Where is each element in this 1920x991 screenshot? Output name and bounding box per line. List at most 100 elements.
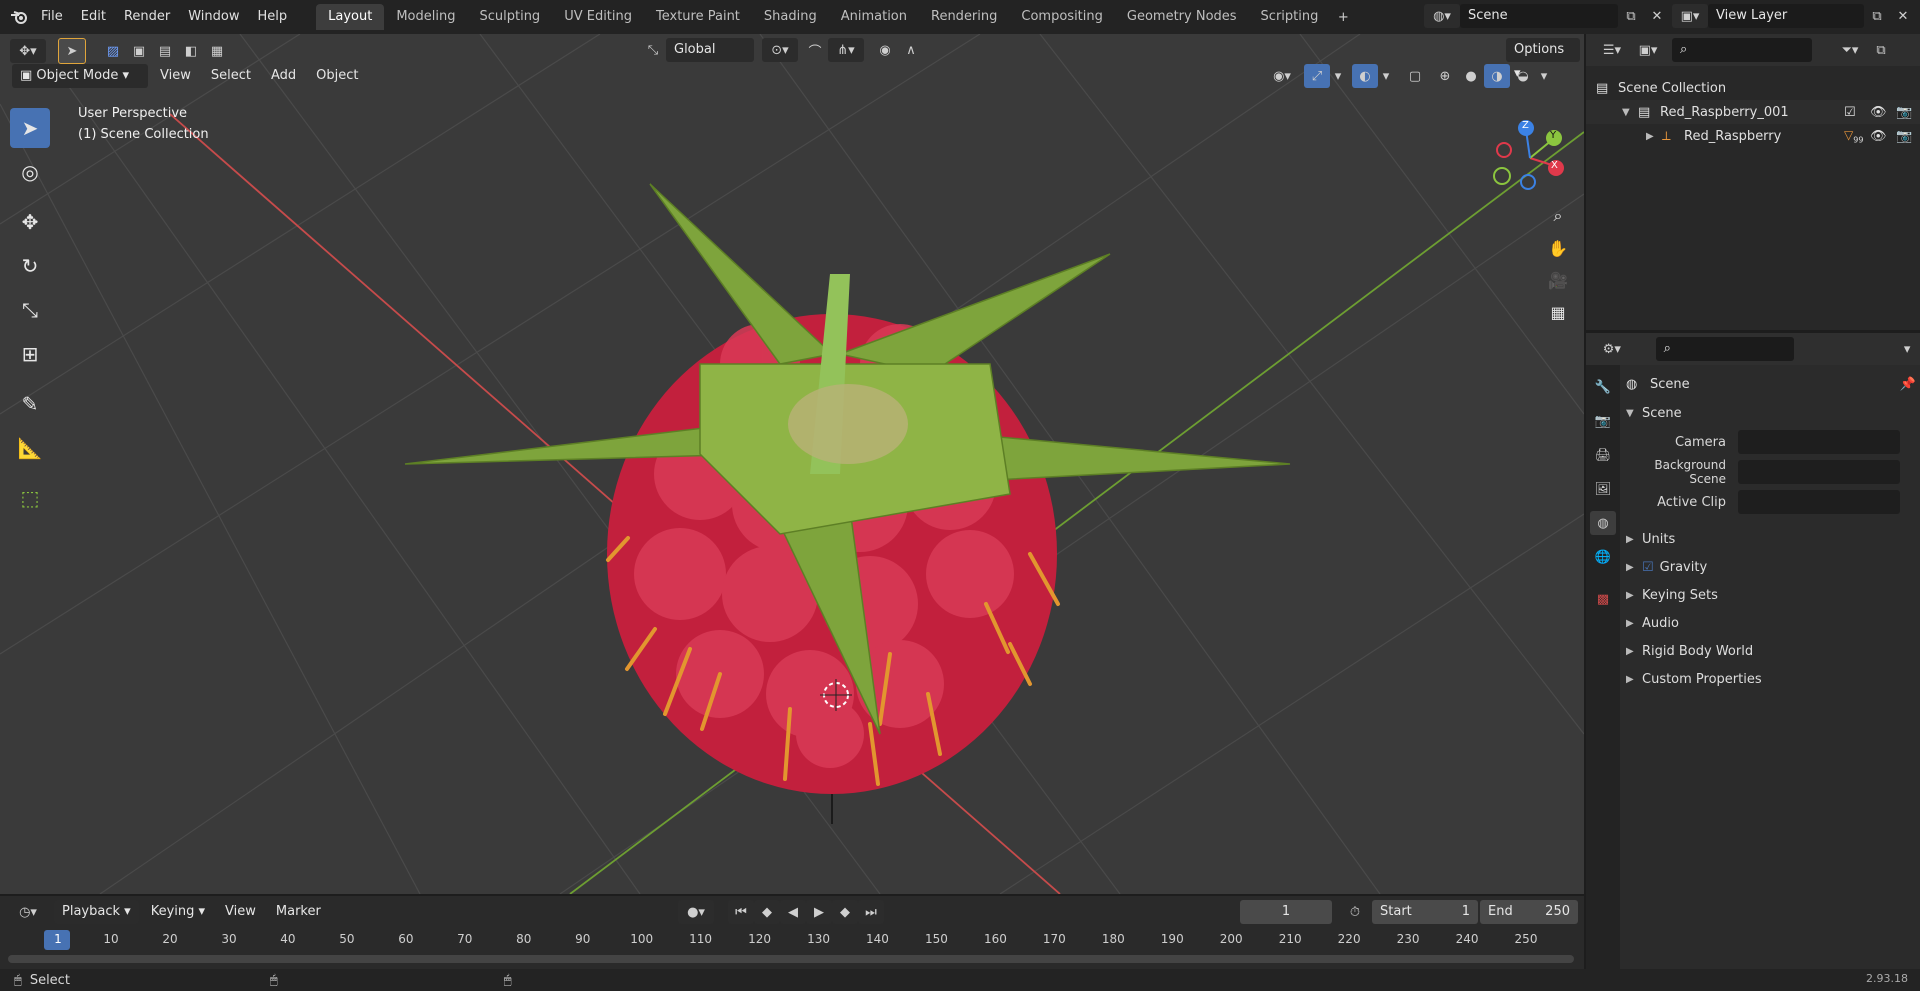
- collection-render-icon[interactable]: 📷: [1896, 105, 1920, 120]
- active-clip-field[interactable]: [1738, 490, 1900, 514]
- outliner-row-object[interactable]: ▶ ⟂ Red_Raspberry ▽99 👁 📷: [1586, 124, 1920, 148]
- properties-editor-icon[interactable]: ⚙▾: [1594, 337, 1630, 361]
- solid-shading-icon[interactable]: ●: [1458, 64, 1484, 88]
- object-expand-icon[interactable]: ▶: [1646, 131, 1662, 142]
- transform-orientation-dropdown[interactable]: Global: [666, 38, 754, 62]
- scale-tool-icon[interactable]: ⤡: [10, 290, 50, 330]
- select-box-subtract-icon[interactable]: ▤: [152, 39, 178, 63]
- menu-add[interactable]: Add: [263, 64, 304, 88]
- timeline-editor-icon[interactable]: ◷▾: [10, 900, 46, 924]
- material-shading-icon[interactable]: ◑: [1484, 64, 1510, 88]
- editor-type-icon[interactable]: ✥▾: [10, 39, 46, 63]
- xray-toggle-icon[interactable]: ▢: [1402, 64, 1428, 88]
- scene-name-field[interactable]: Scene: [1460, 4, 1618, 28]
- pivot-point-icon[interactable]: ⊙▾: [762, 38, 798, 62]
- properties-search-input[interactable]: ⌕: [1655, 337, 1795, 361]
- options-dropdown[interactable]: Options ▾: [1506, 38, 1580, 81]
- pin-icon[interactable]: 📌: [1900, 377, 1916, 392]
- gizmo-dropdown-icon[interactable]: ▾: [1330, 64, 1346, 88]
- select-box-new-icon[interactable]: ▨: [100, 39, 126, 63]
- section-units[interactable]: ▶ Units: [1626, 525, 1916, 553]
- rotate-tool-icon[interactable]: ↻: [10, 246, 50, 286]
- move-tool-icon[interactable]: ✥: [10, 202, 50, 242]
- overlay-toggle-icon[interactable]: ◐: [1352, 64, 1378, 88]
- outliner-row-scene-collection[interactable]: ▤ Scene Collection: [1586, 76, 1920, 100]
- rigid-body-expand-icon[interactable]: ▶: [1626, 646, 1642, 657]
- collection-visibility-icon[interactable]: 👁: [1870, 105, 1896, 120]
- proportional-falloff-icon[interactable]: ∧: [898, 38, 924, 62]
- transform-tool-icon[interactable]: ⊞: [10, 334, 50, 374]
- outliner-search-input[interactable]: ⌕: [1672, 38, 1812, 62]
- select-box-invert-icon[interactable]: ◧: [178, 39, 204, 63]
- menu-object[interactable]: Object: [308, 64, 366, 88]
- camera-view-icon[interactable]: 🎥: [1544, 266, 1572, 294]
- proportional-edit-icon[interactable]: ◉: [872, 38, 898, 62]
- shading-dropdown-icon[interactable]: ▾: [1536, 64, 1552, 88]
- add-workspace-icon[interactable]: +: [1330, 5, 1356, 29]
- rendered-shading-icon[interactable]: ◒: [1510, 64, 1536, 88]
- tab-compositing[interactable]: Compositing: [1009, 4, 1115, 30]
- tab-animation[interactable]: Animation: [829, 4, 919, 30]
- section-rigid-body-world[interactable]: ▶ Rigid Body World: [1626, 637, 1916, 665]
- tab-texture-paint[interactable]: Texture Paint: [644, 4, 752, 30]
- current-frame-field[interactable]: 1: [1240, 900, 1332, 924]
- 3d-viewport[interactable]: ✥▾ ➤ ▨ ▣ ▤ ◧ ▦ ⤡ Global ⊙▾ ⌒ ⋔▾ ◉ ∧ Opti…: [0, 34, 1584, 894]
- menu-view[interactable]: View: [152, 64, 199, 88]
- audio-expand-icon[interactable]: ▶: [1626, 618, 1642, 629]
- menu-window[interactable]: Window: [179, 4, 248, 30]
- prev-keyframe-icon[interactable]: ◆: [754, 900, 780, 924]
- menu-help[interactable]: Help: [249, 4, 297, 30]
- new-view-layer-icon[interactable]: ⧉: [1864, 4, 1890, 28]
- select-box-intersect-icon[interactable]: ▦: [204, 39, 230, 63]
- jump-end-icon[interactable]: ⏭: [858, 900, 884, 924]
- section-gravity[interactable]: ▶ ☑ Gravity: [1626, 553, 1916, 581]
- keying-dropdown[interactable]: Keying ▾: [143, 900, 213, 924]
- background-scene-field[interactable]: [1738, 460, 1900, 484]
- keying-sets-expand-icon[interactable]: ▶: [1626, 590, 1642, 601]
- mesh-data-icon[interactable]: ▽99: [1844, 128, 1870, 144]
- tab-scripting[interactable]: Scripting: [1249, 4, 1331, 30]
- menu-file[interactable]: File: [32, 4, 72, 30]
- menu-select[interactable]: Select: [203, 64, 259, 88]
- wireframe-shading-icon[interactable]: ⊕: [1432, 64, 1458, 88]
- texture-tab-icon[interactable]: ▩: [1590, 587, 1616, 611]
- object-render-icon[interactable]: 📷: [1896, 129, 1920, 144]
- gravity-expand-icon[interactable]: ▶: [1626, 562, 1642, 573]
- select-box-extend-icon[interactable]: ▣: [126, 39, 152, 63]
- jump-start-icon[interactable]: ⏮: [728, 900, 754, 924]
- delete-scene-icon[interactable]: ✕: [1644, 4, 1670, 28]
- next-keyframe-icon[interactable]: ◆: [832, 900, 858, 924]
- pan-hand-icon[interactable]: ✋: [1544, 234, 1572, 262]
- properties-options-icon[interactable]: ▾: [1894, 337, 1920, 361]
- filter-icon[interactable]: ⏷▾: [1832, 38, 1868, 62]
- tab-rendering[interactable]: Rendering: [919, 4, 1009, 30]
- delete-view-layer-icon[interactable]: ✕: [1890, 4, 1916, 28]
- section-audio[interactable]: ▶ Audio: [1626, 609, 1916, 637]
- tab-shading[interactable]: Shading: [752, 4, 829, 30]
- units-expand-icon[interactable]: ▶: [1626, 534, 1642, 545]
- gravity-checkbox-icon[interactable]: ☑: [1642, 560, 1654, 575]
- start-frame-field[interactable]: Start 1: [1372, 900, 1478, 924]
- preview-range-icon[interactable]: ⏱: [1342, 900, 1368, 924]
- scene-tab-icon[interactable]: ◍: [1590, 511, 1616, 535]
- scene-type-icon[interactable]: ◍▾: [1424, 4, 1460, 28]
- render-tab-icon[interactable]: 📷: [1590, 409, 1616, 433]
- ortho-grid-icon[interactable]: ▦: [1544, 298, 1572, 326]
- zoom-icon[interactable]: ⌕: [1544, 202, 1572, 230]
- select-tweak-icon[interactable]: ➤: [58, 38, 86, 64]
- timeline-menu-marker[interactable]: Marker: [268, 900, 329, 924]
- world-tab-icon[interactable]: 🌐: [1590, 545, 1616, 569]
- measure-tool-icon[interactable]: 📐: [10, 428, 50, 468]
- output-tab-icon[interactable]: 🖨: [1590, 443, 1616, 467]
- tab-uv-editing[interactable]: UV Editing: [552, 4, 644, 30]
- view-layer-tab-icon[interactable]: 🖼: [1590, 477, 1616, 501]
- select-tool-icon[interactable]: ➤: [10, 108, 50, 148]
- raspberry-model[interactable]: [404, 183, 1291, 794]
- custom-properties-expand-icon[interactable]: ▶: [1626, 674, 1642, 685]
- outliner-editor-icon[interactable]: ☰▾: [1594, 38, 1630, 62]
- new-collection-icon[interactable]: ⧉: [1868, 38, 1894, 62]
- timeline-scrollbar[interactable]: [8, 955, 1574, 963]
- timeline-menu-view[interactable]: View: [217, 900, 264, 924]
- section-keying-sets[interactable]: ▶ Keying Sets: [1626, 581, 1916, 609]
- view-layer-field[interactable]: View Layer: [1708, 4, 1864, 28]
